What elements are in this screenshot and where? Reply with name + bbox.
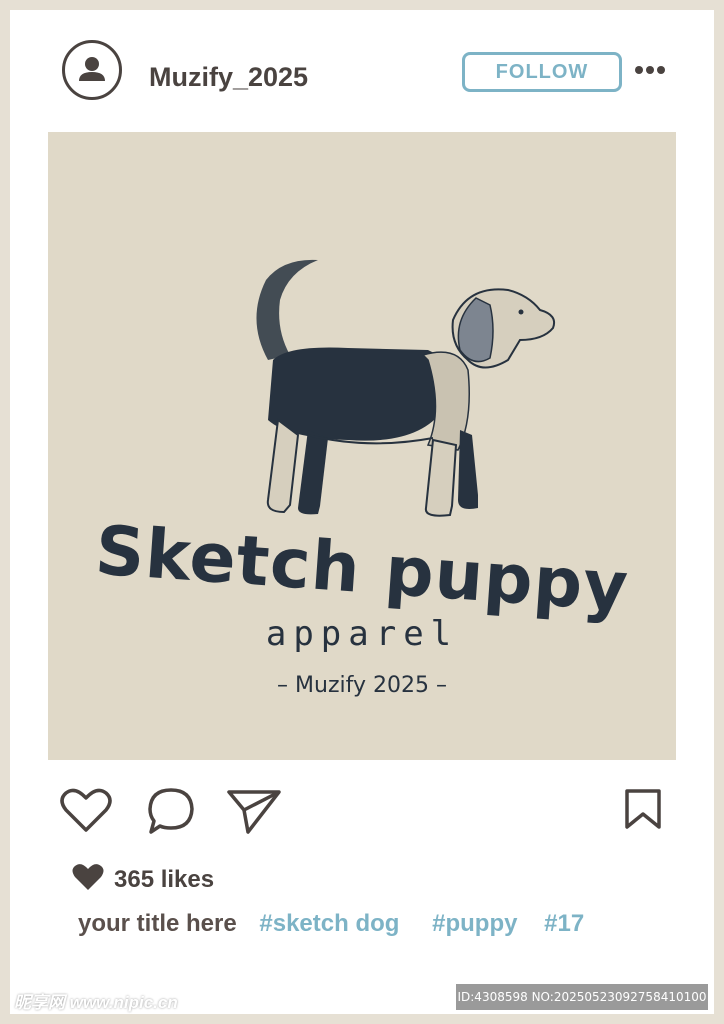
- username[interactable]: Muzify_2025: [149, 62, 308, 93]
- post-image[interactable]: Sketch puppy apparel – Muzify 2025 –: [48, 132, 676, 760]
- post-card: Muzify_2025 FOLLOW Sketch puppy apparel …: [10, 10, 714, 1014]
- comment-icon[interactable]: [146, 786, 196, 841]
- hashtag[interactable]: #sketch dog: [259, 910, 399, 937]
- heart-outline-icon[interactable]: [60, 788, 112, 839]
- bookmark-icon[interactable]: [624, 788, 662, 835]
- user-avatar-icon[interactable]: [62, 40, 122, 100]
- likes-count[interactable]: 365 likes: [114, 866, 214, 894]
- beagle-sketch-icon: [256, 259, 556, 517]
- likes-row: 365 likes: [72, 863, 214, 896]
- watermark-left: 昵享网 www.nipic.cn: [14, 993, 178, 1012]
- caption: your title here #sketch dog #puppy #17: [78, 910, 584, 938]
- brand-credit: – Muzify 2025 –: [277, 673, 447, 698]
- brand-subtitle: apparel: [265, 614, 459, 654]
- watermark-id: ID:4308598 NO:20250523092758410100: [456, 984, 708, 1010]
- heart-filled-icon: [72, 863, 104, 896]
- caption-title: your title here: [78, 910, 237, 937]
- hashtag[interactable]: #puppy: [432, 910, 517, 937]
- follow-button[interactable]: FOLLOW: [462, 52, 622, 92]
- brand-title: Sketch puppy: [92, 511, 632, 628]
- more-dots-icon[interactable]: [634, 62, 666, 78]
- hashtag[interactable]: #17: [544, 910, 584, 937]
- send-icon[interactable]: [226, 788, 282, 841]
